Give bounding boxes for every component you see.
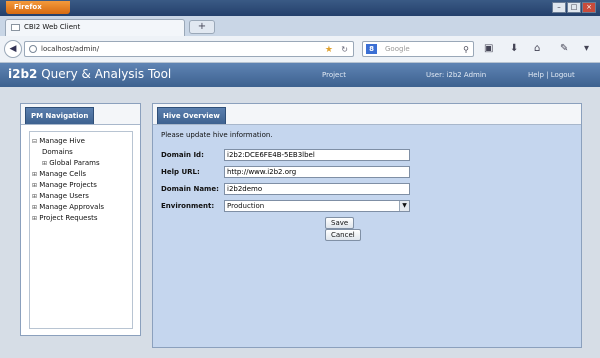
expand-icon[interactable]: ⊞ xyxy=(32,169,37,180)
user-label: User: i2b2 Admin xyxy=(426,71,487,79)
tree-item-label: Project Requests xyxy=(39,214,98,222)
info-message: Please update hive information. xyxy=(161,131,273,139)
search-engine-icon[interactable]: 8 xyxy=(366,44,377,54)
tree-item-manage-projects[interactable]: ⊞ Manage Projects xyxy=(32,180,130,191)
hive-form: Please update hive information. Domain I… xyxy=(161,131,410,241)
close-window-button[interactable]: × xyxy=(582,2,596,13)
tab-hive-overview[interactable]: Hive Overview xyxy=(157,107,226,124)
maximize-button[interactable]: □ xyxy=(567,2,581,13)
help-url-label: Help URL: xyxy=(161,168,200,176)
content-area: PM Navigation ⊟ Manage Hive Domains ⊞ Gl… xyxy=(0,87,600,358)
environment-value: Production xyxy=(227,202,265,210)
app-title: i2b2 Query & Analysis Tool xyxy=(8,67,171,81)
domain-id-field[interactable] xyxy=(224,149,410,161)
hive-tab-row: Hive Overview xyxy=(153,104,581,125)
brand-title: Query & Analysis Tool xyxy=(41,67,172,81)
firefox-menu-button[interactable]: Firefox xyxy=(6,1,70,14)
pm-navigation-panel: PM Navigation ⊟ Manage Hive Domains ⊞ Gl… xyxy=(20,103,141,336)
brand-logo: i2b2 xyxy=(8,67,38,81)
browser-title-bar: Firefox – □ × xyxy=(0,0,600,16)
menu-chevron-icon[interactable]: ▾ xyxy=(584,43,589,54)
environment-select[interactable]: Production ▼ xyxy=(224,200,410,212)
home-icon[interactable]: ⌂ xyxy=(534,43,540,54)
nav-tab-row: PM Navigation xyxy=(21,104,140,125)
bookmark-star-icon[interactable]: ★ xyxy=(325,43,333,57)
expand-icon[interactable]: ⊞ xyxy=(32,180,37,191)
tab-title: CBI2 Web Client xyxy=(24,23,81,31)
bookmarks-icon[interactable]: ▣ xyxy=(484,43,493,54)
app-header: i2b2 Query & Analysis Tool Project User:… xyxy=(0,63,600,87)
navigation-tree: ⊟ Manage Hive Domains ⊞ Global Params ⊞ … xyxy=(29,131,133,329)
url-bar[interactable]: localhost/admin/ ★ ↻ xyxy=(24,41,354,57)
back-arrow-icon[interactable]: ◀ xyxy=(4,40,22,58)
page-icon xyxy=(11,24,20,31)
expand-icon[interactable]: ⊞ xyxy=(32,202,37,213)
tab-pm-navigation[interactable]: PM Navigation xyxy=(25,107,95,124)
tree-item-project-requests[interactable]: ⊞ Project Requests xyxy=(32,213,130,224)
tree-item-label: Manage Cells xyxy=(39,170,86,178)
cancel-button[interactable]: Cancel xyxy=(325,229,361,241)
domain-name-row: Domain Name: xyxy=(161,183,410,197)
tree-item-label: Domains xyxy=(42,148,73,156)
reload-icon[interactable]: ↻ xyxy=(341,43,348,57)
search-placeholder: Google xyxy=(385,45,410,53)
window-controls: – □ × xyxy=(552,2,596,13)
help-logout-links[interactable]: Help | Logout xyxy=(528,71,575,79)
domain-name-field[interactable] xyxy=(224,183,410,195)
new-tab-button[interactable]: + xyxy=(189,20,215,34)
tree-item-manage-approvals[interactable]: ⊞ Manage Approvals xyxy=(32,202,130,213)
browser-tab[interactable]: CBI2 Web Client xyxy=(5,19,185,36)
tree-item-label: Manage Approvals xyxy=(39,203,104,211)
download-icon[interactable]: ⬇ xyxy=(510,43,518,54)
tree-item-label: Manage Projects xyxy=(39,181,97,189)
tree-item-label: Manage Users xyxy=(39,192,89,200)
expand-icon[interactable]: ⊞ xyxy=(32,191,37,202)
tree-item-domains[interactable]: Domains xyxy=(32,147,130,158)
environment-label: Environment: xyxy=(161,202,215,210)
domain-id-label: Domain Id: xyxy=(161,151,204,159)
form-buttons: Save Cancel xyxy=(325,217,363,241)
minimize-button[interactable]: – xyxy=(552,2,566,13)
tree-item-global-params[interactable]: ⊞ Global Params xyxy=(32,158,130,169)
globe-icon xyxy=(29,45,37,53)
environment-row: Environment: Production ▼ xyxy=(161,200,410,214)
domain-id-row: Domain Id: xyxy=(161,149,410,163)
addon-icon[interactable]: ✎ xyxy=(560,43,568,54)
help-url-row: Help URL: xyxy=(161,166,410,180)
expand-icon[interactable]: ⊞ xyxy=(32,213,37,224)
tree-item-label: Global Params xyxy=(49,159,100,167)
hive-overview-panel: Hive Overview Please update hive informa… xyxy=(152,103,582,348)
tab-strip: CBI2 Web Client + xyxy=(0,16,600,36)
button-row: Save Cancel xyxy=(161,217,361,241)
url-text: localhost/admin/ xyxy=(41,45,100,53)
project-link[interactable]: Project xyxy=(322,71,346,79)
domain-name-label: Domain Name: xyxy=(161,185,219,193)
search-icon[interactable]: ⚲ xyxy=(463,43,469,57)
tree-item-label: Manage Hive xyxy=(39,137,85,145)
tree-item-manage-users[interactable]: ⊞ Manage Users xyxy=(32,191,130,202)
expand-icon[interactable]: ⊞ xyxy=(42,158,47,169)
help-url-field[interactable] xyxy=(224,166,410,178)
search-box[interactable]: 8 Google ⚲ xyxy=(362,41,474,57)
tree-item-manage-hive[interactable]: ⊟ Manage Hive xyxy=(32,136,130,147)
chevron-down-icon[interactable]: ▼ xyxy=(399,201,409,211)
save-button[interactable]: Save xyxy=(325,217,355,229)
collapse-icon[interactable]: ⊟ xyxy=(32,136,37,147)
navigation-bar: ◀ localhost/admin/ ★ ↻ 8 Google ⚲ ▣ ⬇ ⌂ … xyxy=(0,36,600,63)
tree-item-manage-cells[interactable]: ⊞ Manage Cells xyxy=(32,169,130,180)
